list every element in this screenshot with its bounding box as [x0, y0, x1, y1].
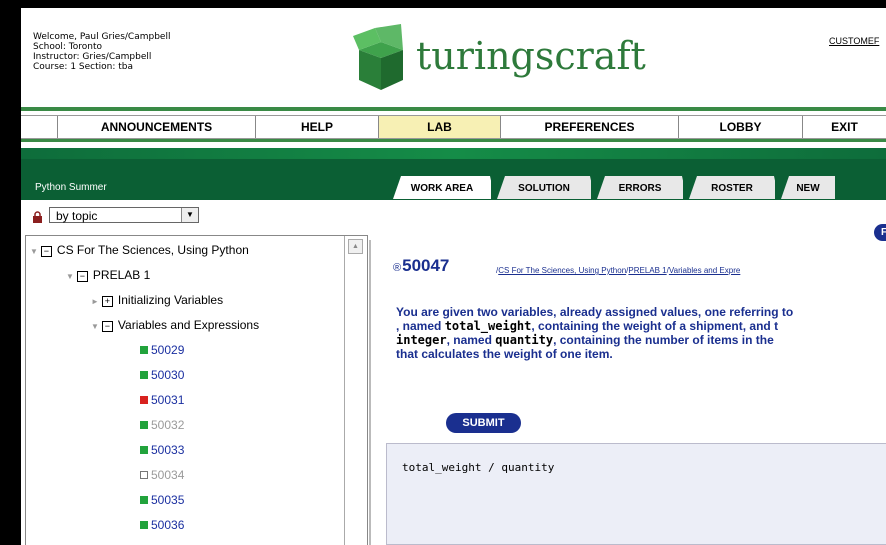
- problem-item[interactable]: 50033: [140, 443, 184, 457]
- app-frame: Welcome, Paul Gries/Campbell School: Tor…: [21, 8, 886, 545]
- lock-icon[interactable]: [32, 211, 43, 226]
- problem-id[interactable]: 50029: [151, 343, 184, 357]
- tree-root[interactable]: ▼ − CS For The Sciences, Using Python: [30, 243, 249, 257]
- expand-arrow-icon: ▼: [66, 272, 74, 281]
- desc-text: , named: [446, 333, 496, 347]
- problem-id[interactable]: 50035: [151, 493, 184, 507]
- nav-spacer: [21, 116, 58, 138]
- problem-item[interactable]: 50029: [140, 343, 184, 357]
- tab-solution[interactable]: SOLUTION: [497, 176, 591, 199]
- tab-new[interactable]: NEW: [781, 176, 835, 199]
- collapse-box-icon[interactable]: −: [40, 246, 52, 257]
- tree-scrollbar[interactable]: ▲: [344, 236, 365, 545]
- desc-code: integer: [396, 333, 447, 347]
- expand-box-icon[interactable]: +: [101, 296, 113, 307]
- desc-text: , containing the weight of a shipment, a…: [531, 319, 779, 333]
- code-text[interactable]: total_weight / quantity: [402, 461, 554, 474]
- nav-exit[interactable]: EXIT: [803, 116, 886, 138]
- status-complete-icon: [140, 371, 148, 379]
- status-error-icon: [140, 396, 148, 404]
- problem-item[interactable]: 50032: [140, 418, 184, 432]
- problem-description: You are given two variables, already ass…: [396, 305, 886, 361]
- problem-item[interactable]: 50031: [140, 393, 184, 407]
- topic-tree: ▲ ▼ − CS For The Sciences, Using Python ▼ −…: [25, 235, 368, 545]
- problem-header: ®50047: [393, 256, 449, 276]
- nav-announcements[interactable]: ANNOUNCEMENTS: [58, 116, 256, 138]
- desc-text: , containing the number of items in the: [553, 333, 774, 347]
- problem-id[interactable]: 50036: [151, 518, 184, 532]
- problem-item[interactable]: 50035: [140, 493, 184, 507]
- nav-lab[interactable]: LAB: [379, 116, 501, 138]
- problem-id[interactable]: 50030: [151, 368, 184, 382]
- problem-item[interactable]: 50034: [140, 468, 184, 482]
- problem-number: 50047: [402, 256, 450, 275]
- box-logo-icon: [353, 24, 403, 90]
- scroll-up-icon[interactable]: ▲: [348, 239, 363, 254]
- problem-id[interactable]: 50032: [151, 418, 184, 432]
- submit-button[interactable]: SUBMIT: [446, 413, 521, 433]
- expand-arrow-icon: ▼: [30, 247, 38, 256]
- breadcrumb-topic[interactable]: Variables and Expre: [669, 266, 740, 275]
- user-info: Welcome, Paul Gries/Campbell School: Tor…: [33, 32, 170, 72]
- logo-text: turingscraft: [416, 34, 646, 78]
- desc-line: , named total_weight, containing the wei…: [396, 319, 886, 333]
- tree-topic-label: Initializing Variables: [117, 293, 224, 307]
- problem-id[interactable]: 50033: [151, 443, 184, 457]
- welcome-text: Welcome, Paul Gries/Campbell: [33, 32, 171, 42]
- view-select[interactable]: by topic ▼: [49, 207, 199, 223]
- pane-divider[interactable]: [369, 240, 371, 545]
- main-nav: ANNOUNCEMENTS HELP LAB PREFERENCES LOBBY…: [21, 115, 886, 139]
- nav-lobby[interactable]: LOBBY: [679, 116, 803, 138]
- collapse-box-icon[interactable]: −: [101, 321, 113, 332]
- tab-errors[interactable]: ERRORS: [597, 176, 683, 199]
- desc-text: , named: [396, 319, 445, 333]
- instructor-text: Instructor: Gries/Campbell: [33, 52, 152, 62]
- collapsed-arrow-icon: ►: [91, 297, 99, 306]
- status-empty-icon: [140, 471, 148, 479]
- tree-topic-label: Variables and Expressions: [117, 318, 260, 332]
- nav-top-rule: [21, 107, 886, 111]
- status-complete-icon: [140, 421, 148, 429]
- desc-line: integer, named quantity, containing the …: [396, 333, 886, 347]
- nav-help[interactable]: HELP: [256, 116, 379, 138]
- tree-section[interactable]: ▼ − PRELAB 1: [66, 268, 150, 282]
- expand-arrow-icon: ▼: [91, 322, 99, 331]
- desc-code: quantity: [495, 333, 554, 347]
- tree-root-label: CS For The Sciences, Using Python: [56, 243, 249, 257]
- problem-item[interactable]: 50036: [140, 518, 184, 532]
- tab-work-area[interactable]: WORK AREA: [393, 176, 491, 199]
- breadcrumb-course[interactable]: CS For The Sciences, Using Python: [498, 266, 626, 275]
- nav-bottom-rule: [21, 139, 886, 142]
- tab-roster[interactable]: ROSTER: [689, 176, 775, 199]
- status-complete-icon: [140, 496, 148, 504]
- status-complete-icon: [140, 521, 148, 529]
- chevron-down-icon[interactable]: ▼: [181, 208, 198, 222]
- problem-id[interactable]: 50034: [151, 468, 184, 482]
- breadcrumb-section[interactable]: PRELAB 1: [628, 266, 666, 275]
- problem-item[interactable]: 50030: [140, 368, 184, 382]
- course-name: Python Summer: [35, 182, 107, 193]
- banner-stripe: [21, 148, 886, 159]
- desc-line: that calculates the weight of one item.: [396, 347, 613, 361]
- view-select-value: by topic: [56, 209, 98, 223]
- course-text: Course: 1 Section: tba: [33, 62, 133, 72]
- customer-link[interactable]: CUSTOMEF: [829, 36, 879, 46]
- nav-preferences[interactable]: PREFERENCES: [501, 116, 679, 138]
- status-complete-icon: [140, 446, 148, 454]
- desc-line: You are given two variables, already ass…: [396, 305, 794, 319]
- code-editor[interactable]: total_weight / quantity: [386, 443, 886, 545]
- problem-id[interactable]: 50031: [151, 393, 184, 407]
- tree-section-label: PRELAB 1: [92, 268, 151, 282]
- desc-code: total_weight: [444, 319, 532, 333]
- turingscraft-logo: turingscraft: [351, 22, 711, 92]
- collapse-box-icon[interactable]: −: [76, 271, 88, 282]
- status-complete-icon: [140, 346, 148, 354]
- breadcrumb: /CS For The Sciences, Using Python/PRELA…: [496, 266, 740, 275]
- school-text: School: Toronto: [33, 42, 102, 52]
- f-button[interactable]: FE: [874, 224, 886, 241]
- tree-topic-variables[interactable]: ▼ − Variables and Expressions: [91, 318, 259, 332]
- tree-topic-initializing[interactable]: ► + Initializing Variables: [91, 293, 223, 307]
- registered-icon: ®: [393, 262, 402, 274]
